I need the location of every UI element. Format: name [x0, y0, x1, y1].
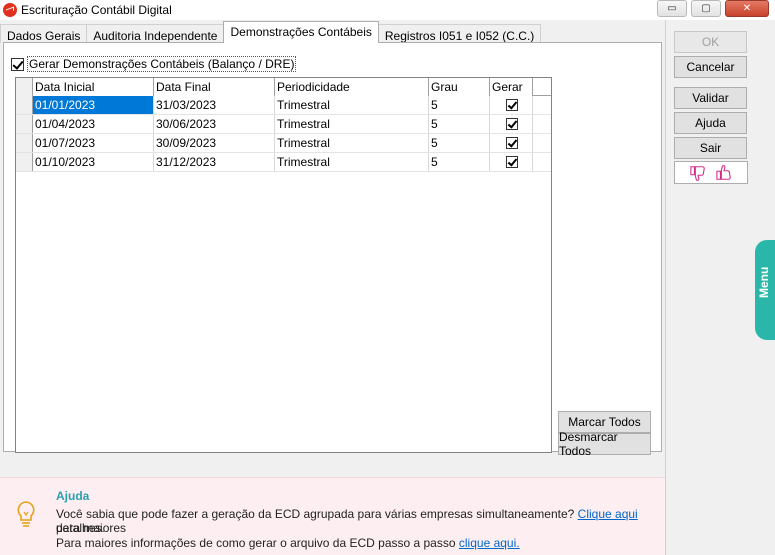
help-link-agrupada[interactable]: Clique aqui	[578, 507, 638, 521]
exit-button[interactable]: Sair	[674, 137, 747, 159]
generate-checkbox[interactable]	[11, 57, 24, 71]
window-controls: ▭ ▢ ✕	[657, 0, 769, 17]
cell-grau[interactable]: 5	[429, 153, 490, 171]
row-indicator-header	[16, 78, 33, 96]
app-logo-icon	[3, 3, 17, 17]
cell-data-inicial[interactable]: 01/07/2023	[33, 134, 154, 152]
cell-grau[interactable]: 5	[429, 96, 490, 114]
cell-grau[interactable]: 5	[429, 134, 490, 152]
column-header-gerar[interactable]: Gerar	[490, 78, 533, 96]
cell-grau[interactable]: 5	[429, 115, 490, 133]
row-indicator[interactable]	[16, 134, 33, 152]
column-header-grau[interactable]: Grau	[429, 78, 490, 96]
cell-periodicidade[interactable]: Trimestral	[275, 115, 429, 133]
gerar-checkbox[interactable]	[506, 137, 518, 149]
help-text-3: Para maiores informações de como gerar o…	[56, 536, 456, 550]
table-row[interactable]: 01/10/2023 31/12/2023 Trimestral 5	[16, 153, 551, 172]
feedback-box	[674, 161, 748, 184]
minimize-icon: ▭	[667, 3, 677, 14]
column-header-periodicidade[interactable]: Periodicidade	[275, 78, 429, 96]
lightbulb-icon	[17, 501, 35, 527]
cell-periodicidade[interactable]: Trimestral	[275, 96, 429, 114]
cancel-button[interactable]: Cancelar	[674, 56, 747, 78]
cell-data-final[interactable]: 30/06/2023	[154, 115, 275, 133]
cell-gerar[interactable]	[490, 96, 533, 114]
grid-header: Data Inicial Data Final Periodicidade Gr…	[16, 78, 551, 96]
cell-data-inicial[interactable]: 01/01/2023	[33, 96, 154, 114]
generate-option[interactable]: Gerar Demonstrações Contábeis (Balanço /…	[11, 56, 297, 72]
thumbs-up-icon[interactable]	[715, 164, 733, 181]
column-header-data-inicial[interactable]: Data Inicial	[33, 78, 154, 96]
cell-data-inicial[interactable]: 01/04/2023	[33, 115, 154, 133]
help-text-1: Você sabia que pode fazer a geração da E…	[56, 507, 575, 521]
help-link-passo-a-passo[interactable]: clique aqui.	[459, 536, 520, 550]
help-button[interactable]: Ajuda	[674, 112, 747, 134]
side-menu-tab[interactable]: Menu	[755, 240, 775, 340]
cell-gerar[interactable]	[490, 115, 533, 133]
tab-strip: Dados Gerais Auditoria Independente Demo…	[0, 21, 542, 43]
gerar-checkbox[interactable]	[506, 156, 518, 168]
row-indicator[interactable]	[16, 115, 33, 133]
close-button[interactable]: ✕	[725, 0, 769, 17]
tab-panel: Gerar Demonstrações Contábeis (Balanço /…	[3, 42, 662, 453]
gerar-checkbox[interactable]	[506, 99, 518, 111]
table-row[interactable]: 01/01/2023 31/03/2023 Trimestral 5	[16, 96, 551, 115]
help-footer: Ajuda Você sabia que pode fazer a geraçã…	[0, 477, 665, 555]
gerar-checkbox[interactable]	[506, 118, 518, 130]
help-line-2: detalhes.	[56, 521, 105, 535]
generate-checkbox-label[interactable]: Gerar Demonstrações Contábeis (Balanço /…	[27, 56, 297, 72]
window-title: Escrituração Contábil Digital	[21, 3, 172, 17]
cell-periodicidade[interactable]: Trimestral	[275, 134, 429, 152]
cell-data-final[interactable]: 31/03/2023	[154, 96, 275, 114]
tab-auditoria-independente[interactable]: Auditoria Independente	[86, 24, 225, 43]
minimize-button[interactable]: ▭	[657, 0, 687, 17]
close-icon: ✕	[742, 3, 752, 14]
column-header-data-final[interactable]: Data Final	[154, 78, 275, 96]
thumbs-down-icon[interactable]	[689, 165, 707, 181]
tab-registros-i051-i052[interactable]: Registros I051 e I052 (C.C.)	[377, 24, 542, 43]
cell-data-final[interactable]: 31/12/2023	[154, 153, 275, 171]
desmarcar-todos-button[interactable]: Desmarcar Todos	[558, 430, 651, 458]
cell-gerar[interactable]	[490, 134, 533, 152]
table-row[interactable]: 01/04/2023 30/06/2023 Trimestral 5	[16, 115, 551, 134]
row-indicator[interactable]	[16, 153, 33, 171]
help-line-3: Para maiores informações de como gerar o…	[56, 536, 656, 550]
title-bar: Escrituração Contábil Digital ▭ ▢ ✕	[0, 0, 775, 20]
cell-periodicidade[interactable]: Trimestral	[275, 153, 429, 171]
table-row[interactable]: 01/07/2023 30/09/2023 Trimestral 5	[16, 134, 551, 153]
help-title: Ajuda	[56, 489, 90, 503]
tab-dados-gerais[interactable]: Dados Gerais	[0, 24, 88, 43]
tab-demonstracoes-contabeis[interactable]: Demonstrações Contábeis	[223, 21, 379, 43]
cell-data-inicial[interactable]: 01/10/2023	[33, 153, 154, 171]
ok-button[interactable]: OK	[674, 31, 747, 53]
statements-grid[interactable]: Data Inicial Data Final Periodicidade Gr…	[15, 77, 552, 453]
cell-gerar[interactable]	[490, 153, 533, 171]
row-indicator[interactable]	[16, 96, 33, 114]
validate-button[interactable]: Validar	[674, 87, 747, 109]
maximize-icon: ▢	[701, 3, 711, 14]
cell-data-final[interactable]: 30/09/2023	[154, 134, 275, 152]
side-menu-label: Menu	[757, 266, 771, 298]
maximize-button[interactable]: ▢	[691, 0, 721, 17]
